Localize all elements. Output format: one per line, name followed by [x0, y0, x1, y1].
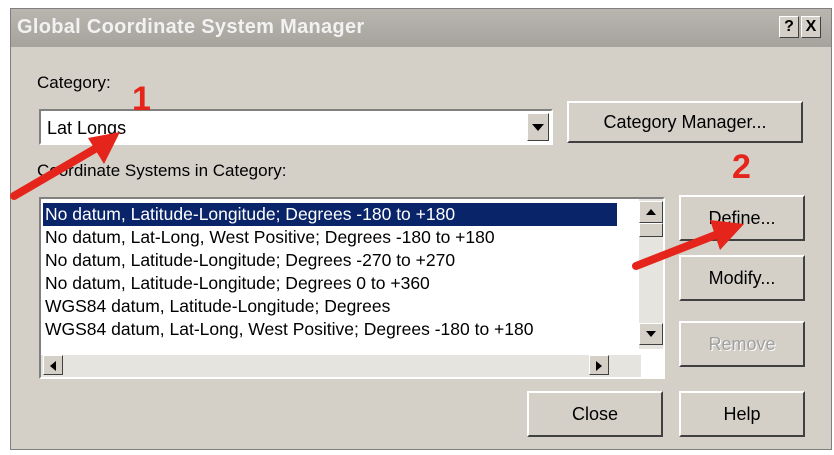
systems-label: Coordinate Systems in Category:	[37, 161, 287, 180]
list-item[interactable]: WGS84 datum, Latitude-Longitude; Degrees	[43, 295, 390, 318]
category-manager-button[interactable]: Category Manager...	[567, 101, 803, 143]
category-dropdown-button[interactable]	[527, 113, 549, 141]
define-button[interactable]: Define...	[679, 195, 805, 241]
help-title-button[interactable]: ?	[779, 16, 799, 38]
arrow-down-icon	[646, 331, 656, 337]
window-title: Global Coordinate System Manager	[17, 16, 365, 38]
category-label: Category:	[37, 73, 111, 92]
step-2-label: 2	[732, 148, 751, 186]
close-button[interactable]: Close	[527, 391, 663, 437]
scroll-thumb[interactable]	[639, 223, 663, 237]
scroll-down-button[interactable]	[639, 323, 663, 345]
arrow-right-icon	[596, 361, 602, 371]
category-select[interactable]: Lat Longs	[39, 109, 553, 145]
horizontal-scrollbar[interactable]	[41, 355, 641, 377]
scroll-up-button[interactable]	[639, 201, 663, 223]
scroll-right-button[interactable]	[589, 355, 609, 375]
remove-button[interactable]: Remove	[679, 321, 805, 367]
step-1-label: 1	[132, 80, 151, 118]
title-bar[interactable]: Global Coordinate System Manager ? X	[11, 9, 831, 47]
vertical-scrollbar[interactable]	[639, 199, 663, 349]
category-select-value: Lat Longs	[47, 118, 127, 138]
modify-button[interactable]: Modify...	[679, 255, 805, 301]
list-item[interactable]: No datum, Latitude-Longitude; Degrees -1…	[43, 203, 617, 226]
chevron-down-icon	[532, 124, 544, 131]
list-item[interactable]: WGS84 datum, Lat-Long, West Positive; De…	[43, 318, 533, 341]
list-item[interactable]: No datum, Lat-Long, West Positive; Degre…	[43, 226, 495, 249]
coordinate-system-manager-dialog: Global Coordinate System Manager ? X Cat…	[10, 8, 832, 450]
scroll-left-button[interactable]	[43, 355, 63, 375]
arrow-left-icon	[50, 361, 56, 371]
list-item[interactable]: No datum, Latitude-Longitude; Degrees -2…	[43, 249, 455, 272]
close-title-button[interactable]: X	[801, 16, 821, 38]
coordinate-systems-list[interactable]: No datum, Latitude-Longitude; Degrees -1…	[39, 197, 665, 379]
help-button[interactable]: Help	[679, 391, 805, 437]
arrow-up-icon	[646, 209, 656, 215]
list-item[interactable]: No datum, Latitude-Longitude; Degrees 0 …	[43, 272, 430, 295]
